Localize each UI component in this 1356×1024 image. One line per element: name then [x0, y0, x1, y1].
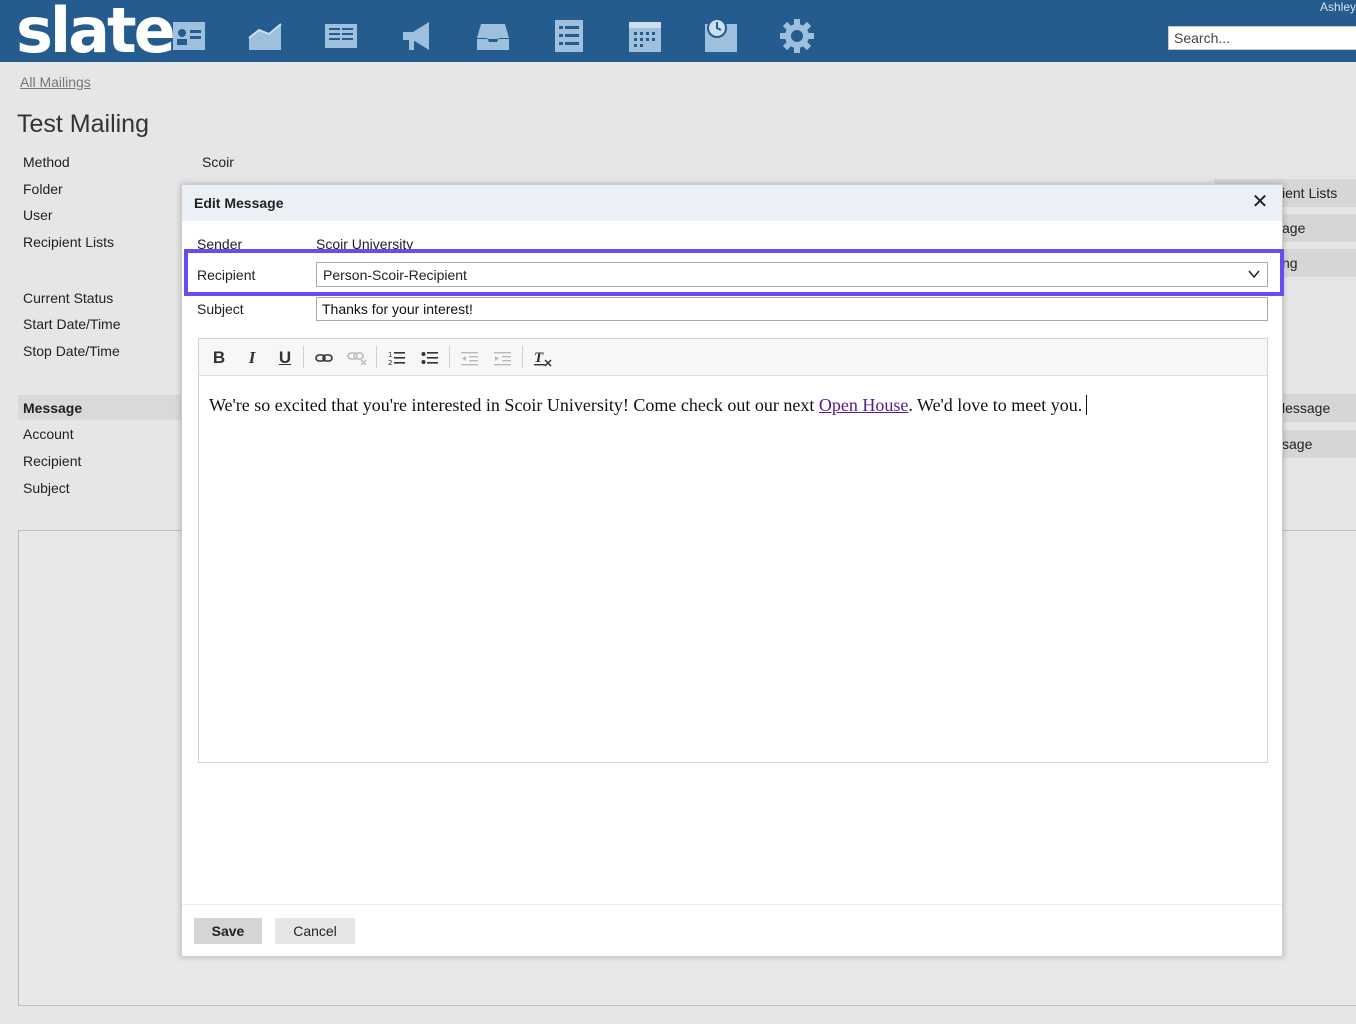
top-nav-bar: slate Ashley — [0, 0, 1356, 64]
recipient-lists-button-label: ient Lists — [1282, 185, 1338, 201]
edit-message-dialog: Edit Message ✕ Sender Scoir University R… — [181, 184, 1284, 957]
clock-icon[interactable] — [699, 14, 743, 58]
message-item-account: Account — [23, 426, 74, 442]
chevron-down-icon — [1247, 267, 1261, 284]
test-message-button-label: sage — [1282, 436, 1313, 452]
recipient-label: Recipient — [197, 267, 256, 283]
dialog-footer: Save Cancel — [182, 904, 1282, 956]
unlink-icon[interactable] — [345, 346, 369, 370]
svg-text:1: 1 — [388, 351, 392, 359]
bulleted-list-icon[interactable] — [418, 346, 442, 370]
user-name[interactable]: Ashley — [1320, 0, 1356, 14]
edit-message-button-label: lessage — [1282, 400, 1331, 416]
editor-content[interactable]: We're so excited that you're interested … — [209, 395, 1088, 416]
toolbar-separator — [449, 346, 450, 368]
field-label-current-status: Current Status — [23, 290, 114, 306]
scheduling-button-label: ng — [1282, 255, 1298, 271]
field-value-method: Scoir — [202, 154, 234, 170]
toolbar-separator — [376, 346, 377, 368]
body-text: We're so excited that you're interested … — [209, 395, 819, 415]
message-item-recipient: Recipient — [23, 453, 82, 469]
field-label-stop-date: Stop Date/Time — [23, 343, 120, 359]
slate-logo[interactable]: slate — [16, 0, 176, 64]
toolbar-separator — [522, 346, 523, 368]
contacts-icon[interactable] — [167, 14, 211, 58]
rich-text-editor[interactable]: B I U 12 T We're so excited that you're … — [198, 338, 1268, 763]
message-section-header: Message — [18, 395, 188, 420]
field-label-recipient-lists: Recipient Lists — [23, 234, 115, 250]
breadcrumb-all-mailings[interactable]: All Mailings — [20, 74, 91, 90]
recipient-select-value: Person-Scoir-Recipient — [323, 267, 467, 283]
calendar-icon[interactable] — [623, 14, 667, 58]
megaphone-icon[interactable] — [395, 14, 439, 58]
recipient-select[interactable]: Person-Scoir-Recipient — [316, 262, 1268, 287]
field-label-method: Method — [23, 154, 70, 170]
underline-icon[interactable]: U — [273, 346, 297, 370]
italic-icon[interactable]: I — [240, 346, 264, 370]
svg-text:T: T — [534, 350, 544, 366]
manage-button-label: age — [1282, 220, 1306, 236]
bold-icon[interactable]: B — [207, 346, 231, 370]
text-caret — [1086, 395, 1088, 415]
dialog-header: Edit Message ✕ — [182, 185, 1282, 221]
message-item-subject: Subject — [23, 480, 70, 496]
search-input[interactable] — [1168, 26, 1356, 50]
editor-toolbar: B I U 12 T — [199, 339, 1267, 376]
inbox-icon[interactable] — [471, 14, 515, 58]
close-icon[interactable]: ✕ — [1250, 192, 1270, 212]
toolbar-separator — [303, 346, 304, 368]
cancel-button[interactable]: Cancel — [275, 918, 355, 944]
remove-format-icon[interactable]: T — [531, 346, 555, 370]
link-icon[interactable] — [312, 346, 336, 370]
page-title: Test Mailing — [17, 110, 149, 138]
svg-text:2: 2 — [388, 359, 392, 366]
field-label-folder: Folder — [23, 181, 63, 197]
subject-input[interactable] — [316, 297, 1268, 321]
reader-icon[interactable] — [319, 14, 363, 58]
gear-icon[interactable] — [775, 14, 819, 58]
dialog-title: Edit Message — [194, 195, 284, 211]
save-button[interactable]: Save — [194, 918, 262, 944]
numbered-list-icon[interactable]: 12 — [385, 346, 409, 370]
field-label-start-date: Start Date/Time — [23, 316, 121, 332]
list-icon[interactable] — [547, 14, 591, 58]
chart-icon[interactable] — [243, 14, 287, 58]
indent-icon[interactable] — [491, 346, 515, 370]
field-label-user: User — [23, 207, 53, 223]
outdent-icon[interactable] — [458, 346, 482, 370]
open-house-link[interactable]: Open House — [819, 395, 908, 415]
body-text-end: . We'd love to meet you. — [908, 395, 1083, 415]
subject-label: Subject — [197, 301, 244, 317]
